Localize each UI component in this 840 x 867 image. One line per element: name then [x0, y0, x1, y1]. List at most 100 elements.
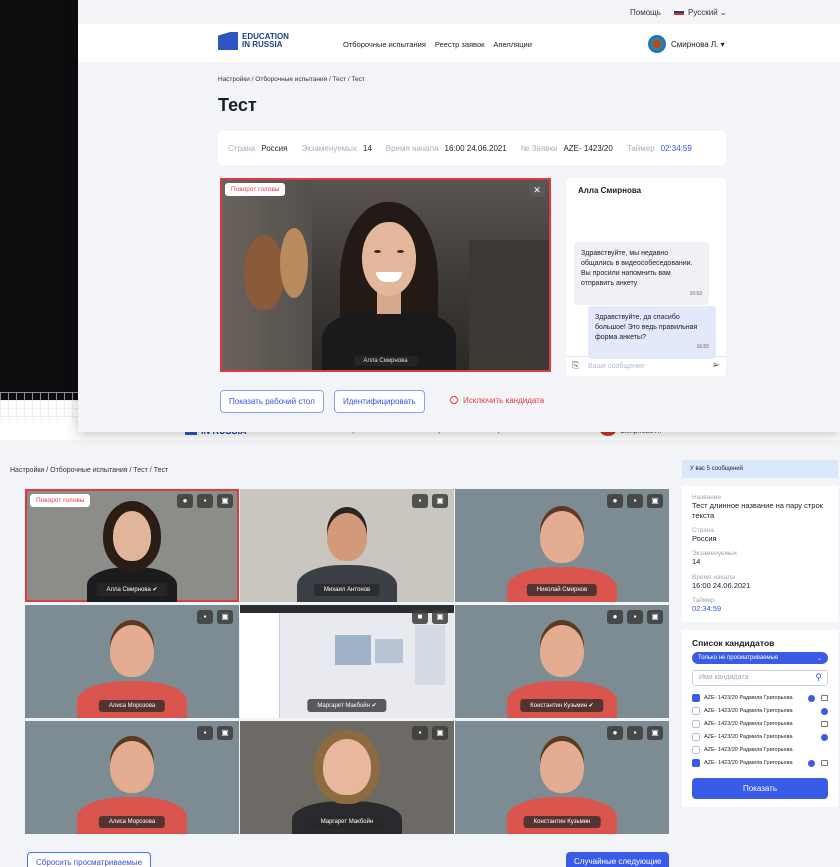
- exclude-candidate-button[interactable]: Исключить кандидата: [450, 396, 544, 405]
- name-value: Тест длинное название на пару строк текс…: [692, 501, 823, 521]
- backdrop: [0, 0, 78, 400]
- candidate-row[interactable]: AZE- 1423/20 Радмила Григорьева: [692, 731, 828, 744]
- filter-dropdown[interactable]: Только не просматриваемые ⌄: [692, 651, 828, 664]
- video-tile[interactable]: ▪ ▣ Михаил Антонов: [240, 489, 454, 602]
- info-icon: [821, 733, 828, 741]
- application-label: № Заявки: [520, 143, 558, 153]
- random-next-button[interactable]: Случайные следующие: [566, 852, 670, 867]
- block-icon: [450, 396, 458, 404]
- candidate-row[interactable]: AZE- 1423/20 Радмила Григорьева: [692, 692, 828, 705]
- chat-icon[interactable]: ●: [607, 726, 623, 740]
- breadcrumb[interactable]: Настройки / Отборочные испытания / Тест …: [218, 76, 365, 83]
- video-tile[interactable]: ● ▪ ▣ Константин Кузьмин ✔: [455, 605, 669, 718]
- help-link[interactable]: Помощь: [630, 8, 661, 17]
- country-value: Россия: [261, 143, 288, 153]
- message-icon[interactable]: ▪: [197, 610, 213, 624]
- participant-name: Константин Кузьмин: [523, 816, 601, 828]
- message-icon[interactable]: ▪: [197, 726, 213, 740]
- message-icon[interactable]: ▪: [627, 494, 643, 508]
- screen-icon[interactable]: ▣: [217, 726, 233, 740]
- attach-icon[interactable]: ⎘: [572, 360, 579, 371]
- head-turn-warning: Поворот головы: [225, 183, 286, 196]
- screen-icon[interactable]: ▣: [217, 494, 233, 508]
- candidate-list-title: Список кандидатов: [692, 637, 775, 648]
- screen-icon[interactable]: ▣: [647, 494, 663, 508]
- incoming-message: Здравствуйте, мы недавно общались в виде…: [574, 242, 709, 305]
- show-desktop-button[interactable]: Показать рабочий стол: [220, 390, 324, 413]
- checkbox[interactable]: [692, 733, 700, 742]
- logo[interactable]: EDUCATION IN RUSSIA: [218, 32, 289, 50]
- user-menu[interactable]: Смирнова Л. ▾: [648, 35, 725, 53]
- exam-value: 14: [362, 143, 372, 153]
- close-icon[interactable]: ✕: [529, 183, 545, 197]
- send-icon[interactable]: ➢: [712, 360, 720, 371]
- avatar: [648, 35, 666, 53]
- message-icon[interactable]: ▪: [197, 494, 213, 508]
- screen-icon: [821, 760, 828, 767]
- start-value: 16:00 24.06.2021: [444, 143, 507, 153]
- screen-share-content: [415, 625, 445, 685]
- participant-name: Маргарет Макбойн ✔: [307, 699, 387, 712]
- checkbox[interactable]: [692, 759, 700, 768]
- reset-viewed-button[interactable]: Сбросить просматриваемые: [27, 852, 152, 867]
- video-tile[interactable]: ▪ ▣ Алиса Морозова: [25, 721, 239, 834]
- message-text: Здравствуйте, да спасибо большое! Это ве…: [595, 314, 698, 342]
- chat-icon[interactable]: ●: [177, 494, 193, 508]
- message-icon[interactable]: ▪: [627, 726, 643, 740]
- candidate-row[interactable]: AZE- 1423/20 Радмила Григорьева: [692, 705, 828, 718]
- screen-icon[interactable]: ▣: [432, 610, 448, 624]
- screen-icon[interactable]: ▣: [647, 726, 663, 740]
- country-label: Страна: [228, 143, 256, 153]
- nav-item-registry[interactable]: Реестр заявок: [435, 40, 484, 49]
- candidate-text: AZE- 1423/20 Радмила Григорьева: [704, 734, 793, 741]
- checkbox[interactable]: [692, 720, 700, 729]
- background-guitar: [280, 228, 308, 298]
- video-tile[interactable]: ■ ▣ Маргарет Макбойн ✔: [240, 605, 454, 718]
- video-tile[interactable]: ▪ ▣ Маргарет Макбойн: [240, 721, 454, 834]
- chevron-down-icon: ⌄: [816, 655, 822, 662]
- logo-text: EDUCATION IN RUSSIA: [242, 31, 289, 49]
- candidate-face: [362, 222, 416, 296]
- start-value: 16:00 24.06.2021: [692, 580, 751, 590]
- candidate-window: Помощь Русский ⌄ EDUCATION IN RUSSIA Отбо…: [78, 0, 840, 432]
- candidate-row[interactable]: AZE- 1423/20 Радмила Григорьева: [692, 744, 828, 757]
- identify-button[interactable]: Идентифицировать: [334, 390, 425, 413]
- candidate-text: AZE- 1423/20 Радмила Григорьева: [704, 760, 793, 767]
- candidate-row[interactable]: AZE- 1423/20 Радмила Григорьева: [692, 757, 828, 770]
- video-tile[interactable]: ▪ ▣ Алиса Морозова: [25, 605, 239, 718]
- messages-banner[interactable]: У вас 5 сообщений: [682, 460, 838, 478]
- nav-item-tests[interactable]: Отборочные испытания: [343, 40, 426, 49]
- message-text: Здравствуйте, мы недавно общались в виде…: [581, 250, 693, 288]
- video-icon[interactable]: ■: [412, 610, 428, 624]
- checkbox[interactable]: [692, 746, 700, 755]
- checkbox[interactable]: [692, 707, 700, 716]
- language-selector[interactable]: Русский ⌄: [674, 8, 727, 17]
- screen-icon[interactable]: ▣: [217, 610, 233, 624]
- outgoing-message: Здравствуйте, да спасибо большое! Это ве…: [588, 306, 716, 359]
- screen-icon[interactable]: ▣: [432, 726, 448, 740]
- candidate-search-input[interactable]: Имя кандидата ⚲: [692, 669, 828, 686]
- participant-name: Маргарет Макбойн: [310, 816, 384, 828]
- video-tile[interactable]: Поворот головы ● ▪ ▣ Алла Смирнова ✔: [25, 489, 239, 602]
- breadcrumb[interactable]: Настройки / Отборочные испытания / Тест …: [10, 467, 168, 474]
- message-icon[interactable]: ▪: [412, 726, 428, 740]
- message-icon[interactable]: ▪: [627, 610, 643, 624]
- video-tile[interactable]: ● ▪ ▣ Константин Кузьмин: [455, 721, 669, 834]
- chat-icon[interactable]: ●: [607, 494, 623, 508]
- candidate-row[interactable]: AZE- 1423/20 Радмила Григорьева: [692, 718, 828, 731]
- info-icon: [808, 759, 815, 767]
- exam-label: Экзаменуемых: [301, 143, 357, 153]
- main-nav: Отборочные испытания Реестр заявок Апелл…: [343, 40, 532, 49]
- show-button[interactable]: Показать: [692, 777, 828, 799]
- exam-value: 14: [692, 557, 701, 567]
- screen-icon[interactable]: ▣: [432, 494, 448, 508]
- video-tile[interactable]: ● ▪ ▣ Николай Смирнов: [455, 489, 669, 602]
- chat-message-input[interactable]: ⎘ Ваше сообщение ➢: [566, 356, 726, 376]
- start-label: Время начала: [692, 573, 735, 581]
- chat-icon[interactable]: ●: [607, 610, 623, 624]
- candidate-video[interactable]: Поворот головы ✕ Алла Смирнова: [220, 178, 551, 372]
- message-icon[interactable]: ▪: [412, 494, 428, 508]
- checkbox[interactable]: [692, 694, 700, 703]
- screen-icon[interactable]: ▣: [647, 610, 663, 624]
- nav-item-appeals[interactable]: Апелляции: [493, 40, 531, 49]
